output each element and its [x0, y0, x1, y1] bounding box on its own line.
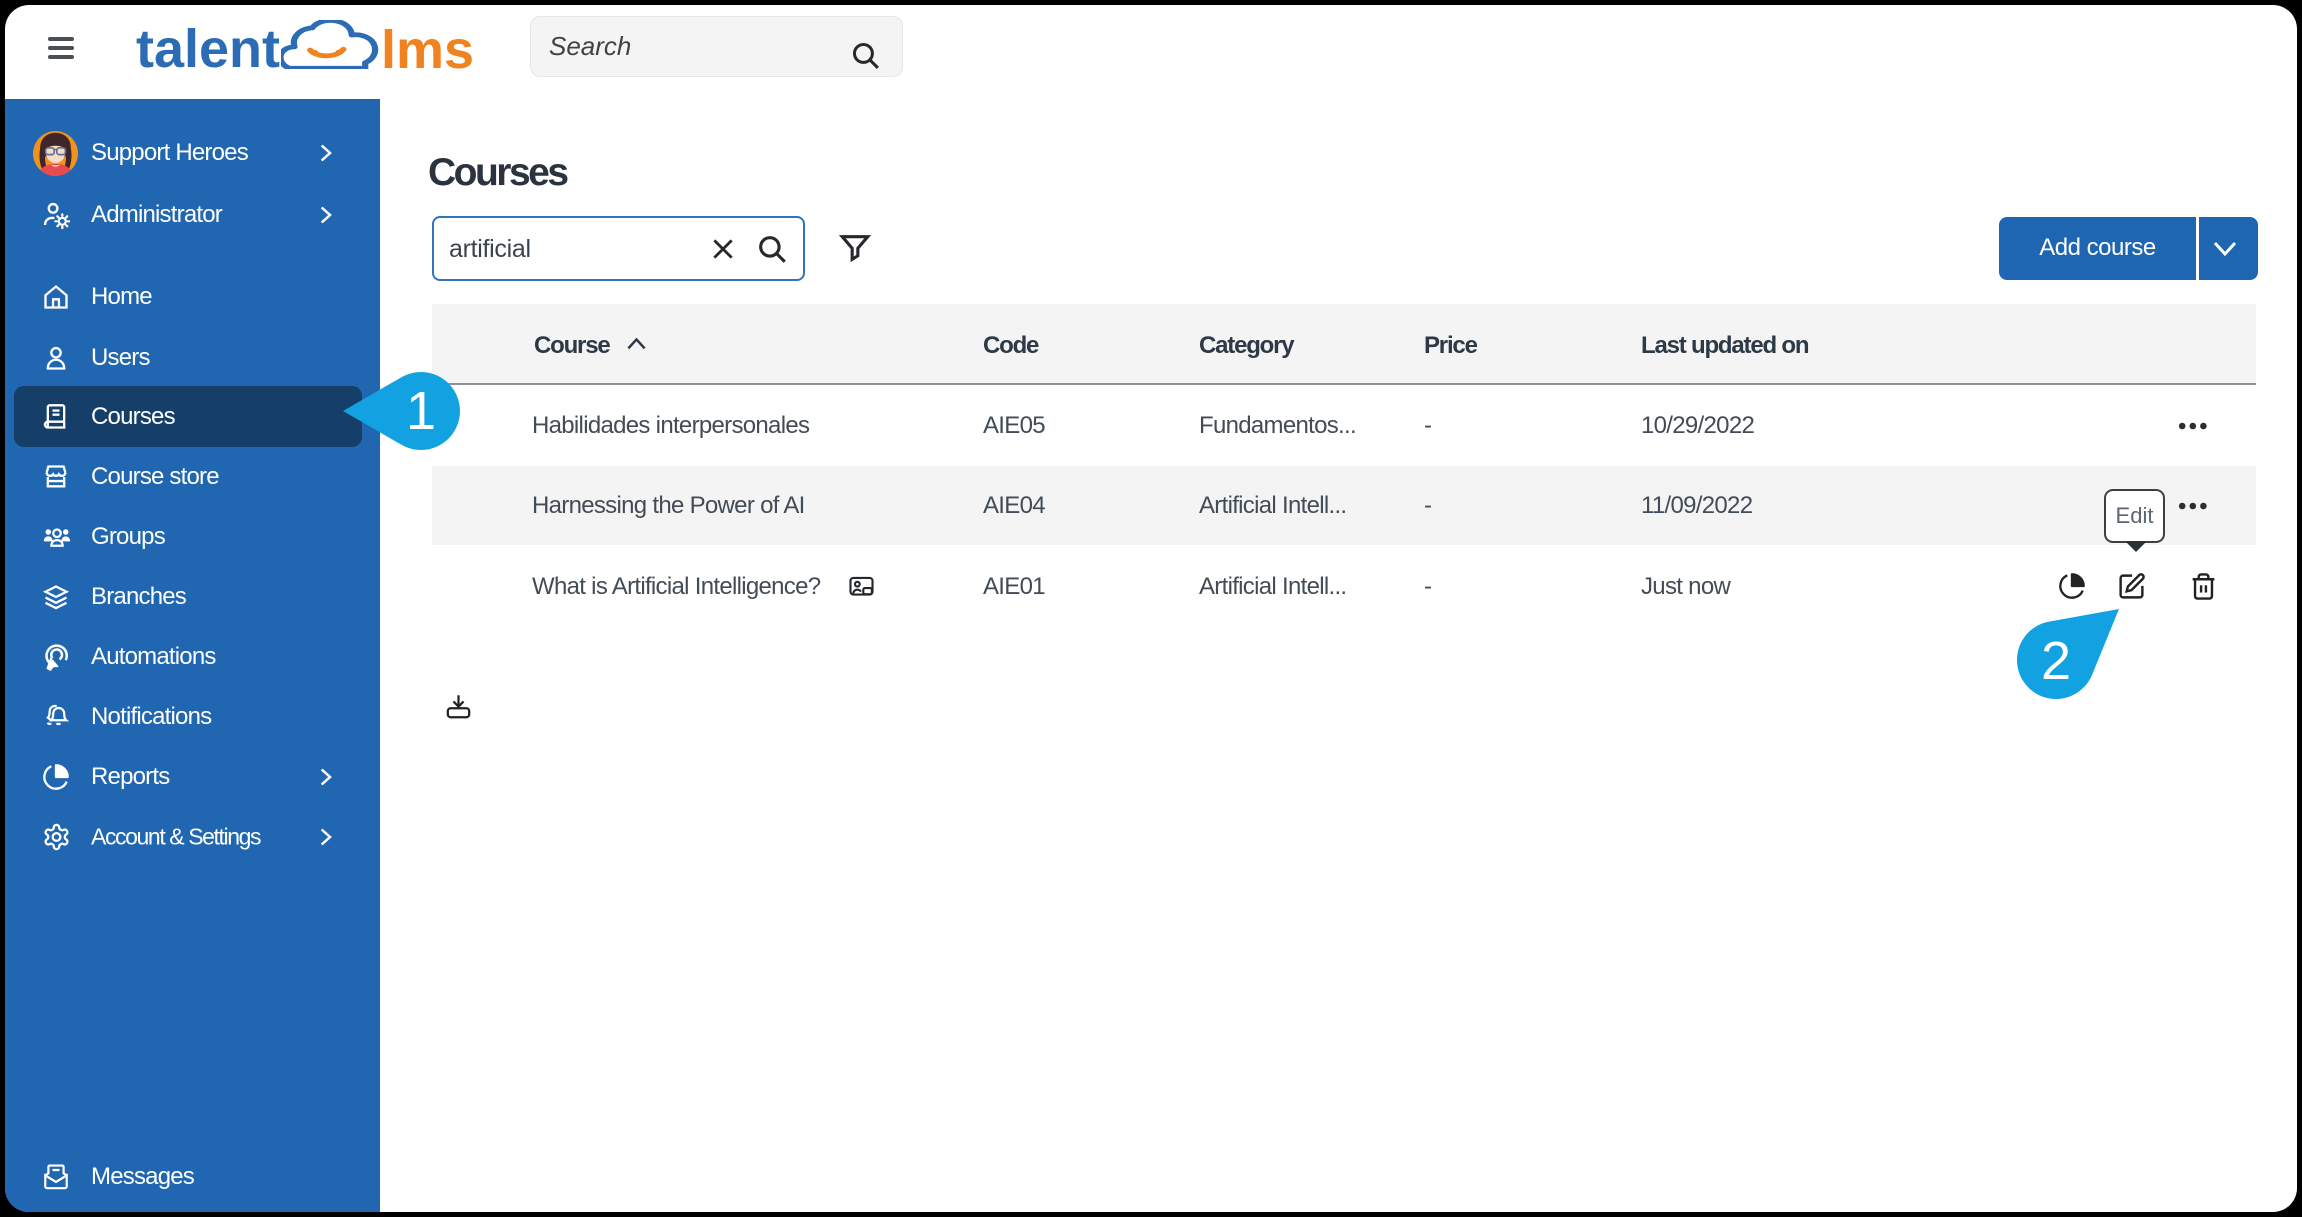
svg-text:2: 2	[2041, 631, 2071, 691]
svg-text:1: 1	[406, 381, 436, 441]
